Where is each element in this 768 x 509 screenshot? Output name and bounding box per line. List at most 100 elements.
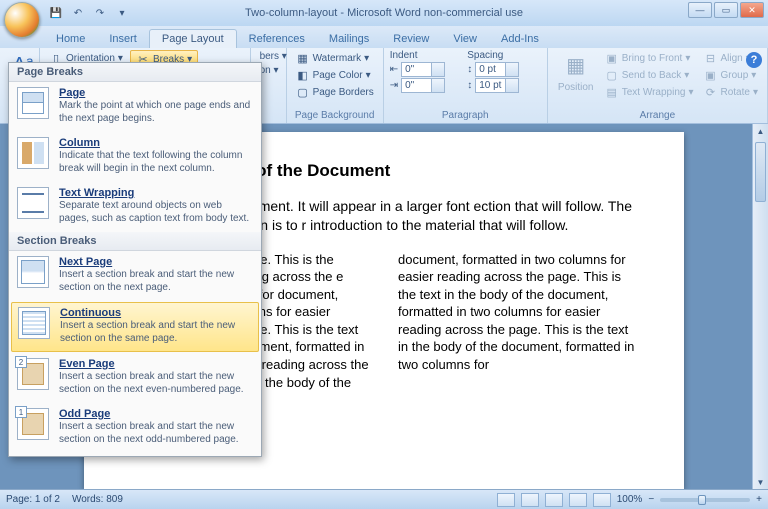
odd-break-icon: 1 (17, 408, 49, 440)
breaks-item-text-wrapping[interactable]: Text WrappingSeparate text around object… (9, 182, 261, 232)
space-after-input[interactable]: 10 pt (475, 78, 519, 93)
breaks-item-title: Odd Page (59, 408, 253, 420)
scroll-down-icon[interactable]: ▼ (753, 475, 768, 489)
vertical-scrollbar[interactable]: ▲ ▼ (752, 124, 768, 489)
tab-view[interactable]: View (441, 30, 489, 48)
breaks-item-page[interactable]: PageMark the point at which one page end… (9, 82, 261, 132)
breaks-item-title: Page (59, 87, 253, 99)
help-icon[interactable]: ? (746, 52, 762, 68)
view-full-screen[interactable] (521, 493, 539, 507)
page-color-button[interactable]: ◧Page Color ▾ (293, 67, 374, 83)
zoom-in-button[interactable]: + (756, 494, 762, 505)
page-borders-button[interactable]: ▢Page Borders (293, 84, 377, 100)
send-back-icon: ▢ (605, 68, 619, 82)
qat-customize-icon[interactable]: ▾ (114, 5, 130, 21)
tab-home[interactable]: Home (44, 30, 97, 48)
breaks-item-title: Even Page (59, 358, 253, 370)
status-bar: Page: 1 of 2 Words: 809 100% − + (0, 489, 768, 509)
breaks-item-desc: Insert a section break and start the new… (60, 320, 252, 345)
breaks-item-desc: Separate text around objects on web page… (59, 200, 253, 225)
indent-left-input[interactable]: 0" (401, 62, 445, 77)
page-color-icon: ◧ (296, 68, 310, 82)
even-break-icon: 2 (17, 358, 49, 390)
wrap-break-icon (17, 187, 49, 219)
indent-left-icon: ⇤ (390, 64, 398, 75)
view-print-layout[interactable] (497, 493, 515, 507)
breaks-item-column[interactable]: ColumnIndicate that the text following t… (9, 132, 261, 182)
status-words[interactable]: Words: 809 (72, 494, 123, 505)
next-break-icon (17, 256, 49, 288)
breaks-item-even-page[interactable]: 2 Even PageInsert a section break and sta… (9, 353, 261, 403)
text-wrap-icon: ▤ (605, 85, 619, 99)
zoom-out-button[interactable]: − (648, 494, 654, 505)
breaks-item-desc: Insert a section break and start the new… (59, 371, 253, 396)
breaks-item-title: Column (59, 137, 253, 149)
office-button[interactable] (4, 2, 40, 38)
save-icon[interactable]: 💾 (48, 5, 64, 21)
breaks-header-page: Page Breaks (9, 63, 261, 82)
tab-mailings[interactable]: Mailings (317, 30, 381, 48)
position-icon: ▦ (562, 51, 590, 79)
breaks-item-title: Continuous (60, 307, 252, 319)
close-button[interactable]: ✕ (740, 2, 764, 18)
page-borders-icon: ▢ (296, 85, 310, 99)
page-break-icon (17, 87, 49, 119)
title-bar: 💾 ↶ ↷ ▾ Two-column-layout - Microsoft Wo… (0, 0, 768, 26)
indent-right-input[interactable]: 0" (401, 78, 445, 93)
group-button[interactable]: ▣Group ▾ (701, 67, 762, 83)
breaks-item-desc: Mark the point at which one page ends an… (59, 100, 253, 125)
rotate-icon: ⟳ (704, 85, 718, 99)
breaks-item-desc: Indicate that the text following the col… (59, 150, 253, 175)
tab-references[interactable]: References (237, 30, 317, 48)
breaks-item-title: Text Wrapping (59, 187, 253, 199)
zoom-knob[interactable] (698, 495, 706, 505)
spacing-label: Spacing (467, 50, 541, 61)
tab-page-layout[interactable]: Page Layout (149, 29, 237, 48)
breaks-item-continuous[interactable]: ContinuousInsert a section break and sta… (11, 302, 259, 352)
space-before-input[interactable]: 0 pt (475, 62, 519, 77)
quick-access-toolbar: 💾 ↶ ↷ ▾ (48, 5, 130, 21)
rotate-button[interactable]: ⟳Rotate ▾ (701, 84, 762, 100)
view-draft[interactable] (593, 493, 611, 507)
align-icon: ⊟ (704, 51, 718, 65)
col-break-icon (17, 137, 49, 169)
view-outline[interactable] (569, 493, 587, 507)
watermark-button[interactable]: ▦Watermark ▾ (293, 50, 373, 66)
breaks-item-desc: Insert a section break and start the new… (59, 421, 253, 446)
breaks-item-odd-page[interactable]: 1 Odd PageInsert a section break and star… (9, 403, 261, 453)
text-wrapping-button[interactable]: ▤Text Wrapping ▾ (602, 84, 697, 100)
breaks-item-title: Next Page (59, 256, 253, 268)
zoom-level[interactable]: 100% (617, 494, 643, 505)
view-web-layout[interactable] (545, 493, 563, 507)
breaks-item-desc: Insert a section break and start the new… (59, 269, 253, 294)
bring-to-front-button[interactable]: ▣Bring to Front ▾ (602, 50, 697, 66)
send-to-back-button[interactable]: ▢Send to Back ▾ (602, 67, 697, 83)
watermark-icon: ▦ (296, 51, 310, 65)
group-paragraph: Indent ⇤0" ⇥0" Spacing ↕0 pt ↕10 pt Para… (384, 48, 548, 123)
scroll-thumb[interactable] (755, 142, 766, 202)
scroll-up-icon[interactable]: ▲ (753, 124, 768, 138)
group-page-background: ▦Watermark ▾ ◧Page Color ▾ ▢Page Borders… (287, 48, 384, 123)
redo-icon[interactable]: ↷ (92, 5, 108, 21)
space-after-icon: ↕ (467, 80, 472, 91)
indent-right-icon: ⇥ (390, 80, 398, 91)
breaks-dropdown: Page Breaks PageMark the point at which … (8, 62, 262, 457)
minimize-button[interactable]: — (688, 2, 712, 18)
window-title: Two-column-layout - Microsoft Word non-c… (245, 7, 523, 19)
position-button[interactable]: ▦Position (554, 50, 598, 94)
tab-add-ins[interactable]: Add-Ins (489, 30, 551, 48)
tab-insert[interactable]: Insert (97, 30, 149, 48)
breaks-item-next-page[interactable]: Next PageInsert a section break and star… (9, 251, 261, 301)
group-icon: ▣ (704, 68, 718, 82)
window-controls: — ▭ ✕ (688, 2, 764, 18)
space-before-icon: ↕ (467, 64, 472, 75)
bring-front-icon: ▣ (605, 51, 619, 65)
undo-icon[interactable]: ↶ (70, 5, 86, 21)
maximize-button[interactable]: ▭ (714, 2, 738, 18)
status-page[interactable]: Page: 1 of 2 (6, 494, 60, 505)
tab-review[interactable]: Review (381, 30, 441, 48)
group-arrange: ▦Position ▣Bring to Front ▾ ▢Send to Bac… (548, 48, 768, 123)
zoom-slider[interactable] (660, 498, 750, 502)
ribbon-tabs: Home Insert Page Layout References Maili… (0, 26, 768, 48)
breaks-header-section: Section Breaks (9, 232, 261, 251)
